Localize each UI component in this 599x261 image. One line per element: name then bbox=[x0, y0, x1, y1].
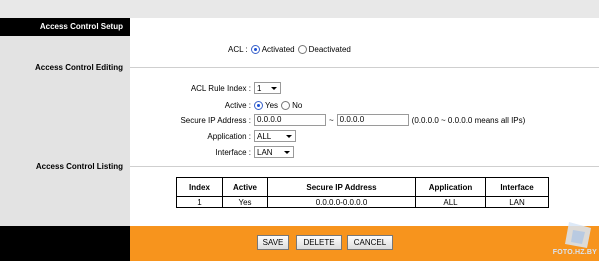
acl-row: ACL : Activated Deactivated bbox=[228, 42, 351, 56]
separator-editing bbox=[130, 67, 599, 68]
cell-application: ALL bbox=[415, 196, 486, 208]
application-label: Application : bbox=[207, 131, 251, 141]
section-access-control-editing: Access Control Editing bbox=[34, 63, 123, 72]
header-index: Index bbox=[176, 177, 223, 197]
left-column bbox=[0, 18, 130, 261]
table-row: 1 Yes 0.0.0.0-0.0.0.0 ALL LAN bbox=[176, 196, 549, 208]
active-no-label: No bbox=[292, 100, 303, 110]
header-active: Active bbox=[222, 177, 268, 197]
active-yes-label: Yes bbox=[265, 100, 279, 110]
application-value: ALL bbox=[257, 131, 272, 141]
rule-index-select[interactable]: 1 bbox=[254, 82, 281, 94]
acl-label: ACL : bbox=[228, 44, 248, 54]
rule-index-value: 1 bbox=[257, 83, 262, 93]
cell-secure-ip: 0.0.0.0-0.0.0.0 bbox=[267, 196, 416, 208]
interface-label: Interface : bbox=[215, 147, 251, 157]
active-label: Active : bbox=[224, 100, 251, 110]
chevron-down-icon bbox=[286, 135, 292, 138]
ip-separator: ~ bbox=[329, 115, 334, 125]
acl-activated-label: Activated bbox=[261, 44, 295, 54]
interface-value: LAN bbox=[257, 147, 273, 157]
active-no-radio[interactable] bbox=[281, 100, 291, 110]
header-application: Application bbox=[415, 177, 486, 197]
cell-interface: LAN bbox=[485, 196, 549, 208]
cell-index: 1 bbox=[176, 196, 223, 208]
section-access-control-setup: Access Control Setup bbox=[0, 18, 130, 36]
interface-row: Interface : LAN bbox=[130, 145, 294, 159]
footer-left-block bbox=[0, 226, 130, 261]
active-yes-radio[interactable] bbox=[254, 100, 263, 110]
acl-activated-radio[interactable] bbox=[250, 44, 260, 54]
cell-active: Yes bbox=[222, 196, 268, 208]
active-row: Active : Yes No bbox=[130, 98, 302, 112]
cancel-button[interactable]: CANCEL bbox=[347, 235, 393, 250]
ip-hint: (0.0.0.0 ~ 0.0.0.0 means all IPs) bbox=[411, 115, 526, 125]
secure-ip-label: Secure IP Address : bbox=[180, 115, 251, 125]
top-band bbox=[0, 0, 599, 18]
header-secure-ip: Secure IP Address bbox=[267, 177, 416, 197]
rule-index-label: ACL Rule Index : bbox=[190, 83, 251, 93]
header-interface: Interface bbox=[485, 177, 549, 197]
chevron-down-icon bbox=[284, 151, 290, 154]
separator-listing bbox=[130, 166, 599, 167]
application-select[interactable]: ALL bbox=[254, 130, 296, 142]
rule-index-row: ACL Rule Index : 1 bbox=[130, 81, 281, 95]
application-row: Application : ALL bbox=[130, 129, 296, 143]
ip-start-input[interactable]: 0.0.0.0 bbox=[254, 114, 326, 126]
acl-deactivated-radio[interactable] bbox=[297, 44, 307, 54]
save-button[interactable]: SAVE bbox=[257, 235, 289, 250]
ip-end-input[interactable]: 0.0.0.0 bbox=[336, 114, 409, 126]
acl-listing-table: Index Active Secure IP Address Applicati… bbox=[176, 177, 549, 208]
watermark-text: FOTO.HZ.BY bbox=[552, 249, 597, 256]
table-header-row: Index Active Secure IP Address Applicati… bbox=[176, 177, 549, 197]
acl-deactivated-label: Deactivated bbox=[308, 44, 351, 54]
section-access-control-listing: Access Control Listing bbox=[35, 162, 123, 171]
delete-button[interactable]: DELETE bbox=[296, 235, 342, 250]
interface-select[interactable]: LAN bbox=[254, 146, 294, 158]
chevron-down-icon bbox=[271, 87, 277, 90]
secure-ip-row: Secure IP Address : 0.0.0.0 ~ 0.0.0.0 (0… bbox=[130, 113, 525, 127]
